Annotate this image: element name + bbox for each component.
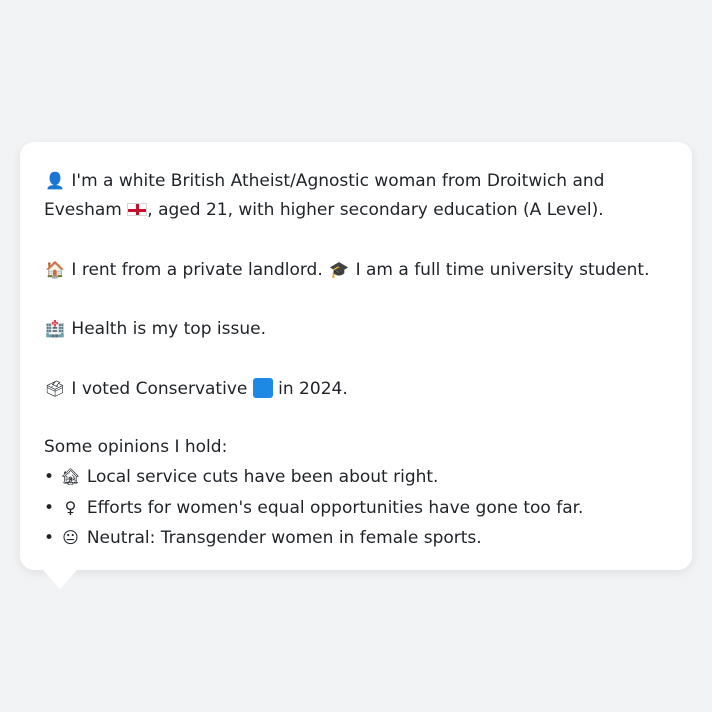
england-flag-icon (127, 203, 148, 217)
female-sign-icon: ♀ (64, 497, 77, 517)
health-paragraph: 🏥 Health is my top issue. (44, 314, 668, 344)
bullet: • (44, 467, 55, 488)
housing-paragraph: 🏠 I rent from a private landlord. 🎓 I am… (44, 255, 668, 285)
bullet: • (44, 528, 55, 549)
opinion-item: • ♀ Efforts for women's equal opportunit… (44, 493, 668, 523)
opinion-text: Efforts for women's equal opportunities … (86, 497, 584, 518)
graduation-cap-icon: 🎓 (329, 259, 350, 279)
opinion-text: Local service cuts have been about right… (86, 467, 439, 488)
blue-square-icon (252, 377, 273, 398)
opinion-item: • 🏚 Local service cuts have been about r… (44, 462, 668, 492)
housing-text: I rent from a private landlord. (71, 259, 323, 280)
hospital-icon: 🏥 (45, 319, 65, 339)
opinions-heading: Some opinions I hold: (44, 437, 228, 458)
derelict-house-icon: 🏚 (60, 467, 81, 487)
intro-text-line2: , aged 21, with higher secondary educati… (147, 200, 604, 221)
profile-message-bubble: 👤 I'm a white British Atheist/Agnostic w… (20, 142, 692, 570)
ballot-box-icon: 🗳 (44, 378, 66, 398)
opinion-text: Neutral: Transgender women in female spo… (86, 528, 482, 549)
vote-text-before: I voted Conservative (71, 378, 248, 399)
bust-in-silhouette-icon: 👤 (45, 171, 65, 190)
bullet: • (44, 497, 55, 518)
intro-paragraph: 👤 I'm a white British Atheist/Agnostic w… (44, 166, 668, 226)
vote-paragraph: 🗳 I voted Conservative in 2024. (44, 374, 668, 404)
bubble-tail (42, 569, 78, 589)
student-text: I am a full time university student. (355, 259, 650, 280)
opinion-item: • 😐 Neutral: Transgender women in female… (44, 523, 668, 553)
health-text: Health is my top issue. (71, 319, 266, 340)
vote-text-after: in 2024. (278, 378, 348, 399)
neutral-face-icon: 😐 (62, 528, 79, 548)
house-icon: 🏠 (45, 259, 65, 279)
